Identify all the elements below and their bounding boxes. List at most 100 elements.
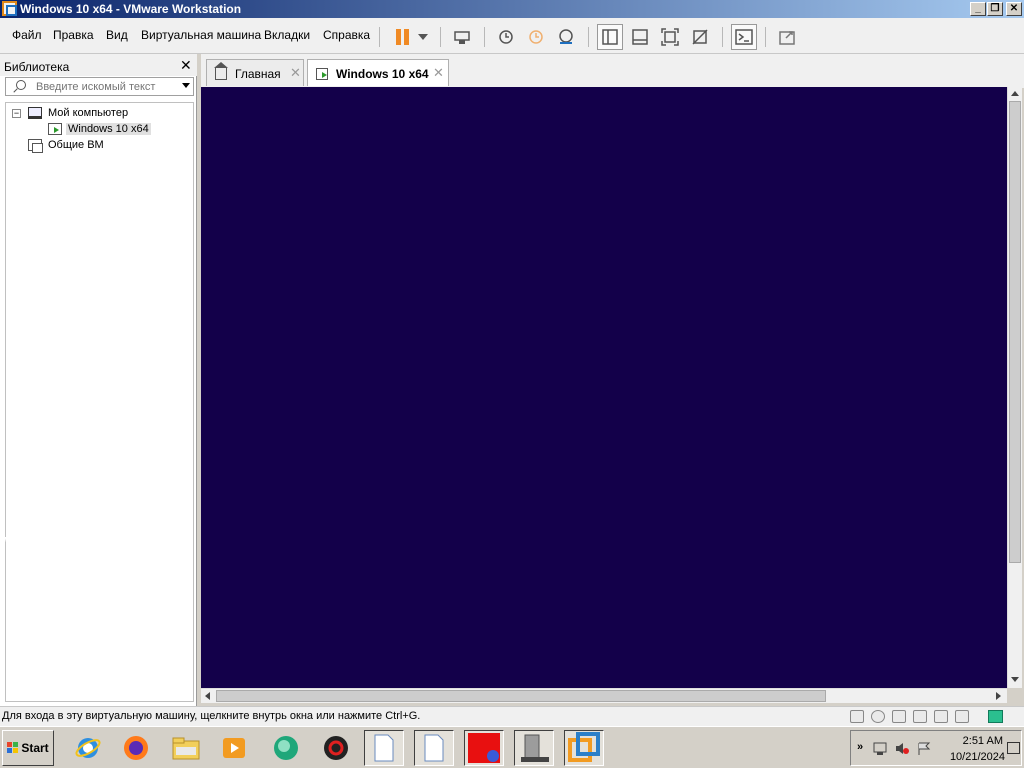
menu-toolbar-bar: Файл Правка Вид Виртуальная машина Вклад… <box>0 18 1024 54</box>
taskbar-firefox[interactable] <box>116 730 156 766</box>
power-dropdown-button[interactable] <box>410 24 436 50</box>
show-library-button[interactable] <box>597 24 623 50</box>
toolbar-separator <box>484 27 485 47</box>
cd-dvd-device-icon[interactable] <box>871 710 885 723</box>
scroll-thumb[interactable] <box>216 690 826 702</box>
hard-disk-device-icon[interactable] <box>850 710 864 723</box>
clock-date[interactable]: 10/21/2024 <box>939 751 1005 763</box>
scroll-left-arrow[interactable] <box>205 692 210 700</box>
system-tray: » 2:51 AM 10/21/2024 <box>850 730 1022 766</box>
taskbar-media-player[interactable] <box>214 730 254 766</box>
snapshot-manager-icon <box>559 29 573 44</box>
menu-file[interactable]: Файл <box>12 28 42 42</box>
library-search-input[interactable] <box>36 79 176 94</box>
minimize-button[interactable]: _ <box>970 2 986 16</box>
scroll-up-arrow[interactable] <box>1011 91 1019 96</box>
tab-home[interactable]: Главная ✕ <box>206 59 304 86</box>
vertical-scrollbar[interactable] <box>1007 87 1022 688</box>
close-window-button[interactable]: ✕ <box>1006 2 1022 16</box>
revert-snapshot-button[interactable] <box>523 24 549 50</box>
taskbar-messenger[interactable] <box>266 730 306 766</box>
chevron-down-icon[interactable] <box>182 83 190 88</box>
scroll-down-arrow[interactable] <box>1011 677 1019 682</box>
taskbar-vmware-workstation[interactable] <box>564 730 604 766</box>
taskbar-security-app[interactable] <box>316 730 356 766</box>
sound-device-icon[interactable] <box>934 710 948 723</box>
library-title: Библиотека <box>4 60 70 74</box>
home-icon <box>214 62 228 80</box>
volume-muted-icon[interactable] <box>895 742 909 755</box>
scroll-thumb[interactable] <box>1009 101 1021 563</box>
tab-label: Windows 10 x64 <box>336 67 429 81</box>
library-search-box[interactable] <box>5 77 194 96</box>
scroll-right-arrow[interactable] <box>996 692 1001 700</box>
chevron-down-icon <box>418 34 428 40</box>
taskbar: Start » 2:51 AM 10/21/2024 <box>0 726 1024 768</box>
toolbar-separator <box>722 27 723 47</box>
menu-tabs[interactable]: Вкладки <box>264 28 310 42</box>
server-app-icon <box>521 734 549 762</box>
tree-item-label: Общие ВМ <box>48 139 104 151</box>
usb-device-icon[interactable] <box>913 710 927 723</box>
vm-console-display[interactable] <box>201 87 1007 688</box>
menu-vm[interactable]: Виртуальная машина <box>141 28 261 42</box>
red-app-icon <box>468 733 500 763</box>
network-device-icon[interactable] <box>892 710 906 723</box>
pause-icon <box>395 29 409 45</box>
thumbnail-bar-icon <box>632 29 648 45</box>
restore-button[interactable]: ❐ <box>987 2 1003 16</box>
document-icon <box>424 734 444 762</box>
status-bar: Для входа в эту виртуальную машину, щелк… <box>0 706 1024 726</box>
taskbar-document-1[interactable] <box>364 730 404 766</box>
horizontal-scrollbar[interactable] <box>201 688 1007 703</box>
message-log-icon[interactable] <box>988 710 1003 723</box>
snapshot-icon <box>499 30 513 44</box>
file-explorer-icon <box>172 737 200 760</box>
shared-vms-icon <box>28 139 43 153</box>
taskbar-document-2[interactable] <box>414 730 454 766</box>
keyboard-layout-icon[interactable] <box>1007 742 1020 754</box>
tab-bar: Главная ✕ Windows 10 x64 ✕ <box>201 54 1024 88</box>
taskbar-internet-explorer[interactable] <box>68 730 108 766</box>
stretch-guest-button[interactable] <box>774 24 800 50</box>
taskbar-server-app[interactable] <box>514 730 554 766</box>
action-center-flag-icon[interactable] <box>917 742 931 755</box>
snapshot-manager-button[interactable] <box>553 24 579 50</box>
library-close-button[interactable]: ✕ <box>180 57 192 74</box>
network-icon[interactable] <box>873 742 887 755</box>
library-panel: Библиотека ✕ − Мой компьютер Windows 10 … <box>0 54 197 706</box>
show-hidden-icons-button[interactable]: » <box>857 741 863 753</box>
taskbar-file-explorer[interactable] <box>166 730 206 766</box>
title-bar[interactable]: Windows 10 x64 - VMware Workstation _ ❐ … <box>0 0 1024 18</box>
windows-flag-icon <box>7 742 19 754</box>
send-ctrl-alt-del-button[interactable] <box>449 24 475 50</box>
unity-button[interactable] <box>687 24 713 50</box>
menu-help[interactable]: Справка <box>323 28 370 42</box>
console-view-button[interactable] <box>731 24 757 50</box>
display-device-icon[interactable] <box>955 710 969 723</box>
clock-time[interactable]: 2:51 AM <box>947 735 1003 747</box>
start-button[interactable]: Start <box>2 730 54 766</box>
show-library-icon <box>602 29 618 45</box>
menu-edit[interactable]: Правка <box>53 28 94 42</box>
toolbar-separator <box>765 27 766 47</box>
taskbar-red-app[interactable] <box>464 730 504 766</box>
tree-item-label: Windows 10 x64 <box>66 123 151 135</box>
document-icon <box>374 734 394 762</box>
tab-label: Главная <box>235 67 281 81</box>
full-screen-icon <box>661 28 679 46</box>
library-header: Библиотека ✕ <box>0 54 197 76</box>
menu-view[interactable]: Вид <box>106 28 128 42</box>
status-message: Для входа в эту виртуальную машину, щелк… <box>2 710 421 722</box>
tab-close-button[interactable]: ✕ <box>433 65 444 81</box>
tab-close-button[interactable]: ✕ <box>290 65 301 81</box>
thumbnail-bar-button[interactable] <box>627 24 653 50</box>
start-label: Start <box>21 741 49 755</box>
toolbar-separator <box>440 27 441 47</box>
full-screen-button[interactable] <box>657 24 683 50</box>
vmware-app-icon[interactable] <box>2 1 17 16</box>
collapse-toggle[interactable]: − <box>12 109 21 118</box>
take-snapshot-button[interactable] <box>493 24 519 50</box>
tab-vm-windows10[interactable]: Windows 10 x64 ✕ <box>307 59 449 86</box>
vm-icon <box>48 123 62 135</box>
